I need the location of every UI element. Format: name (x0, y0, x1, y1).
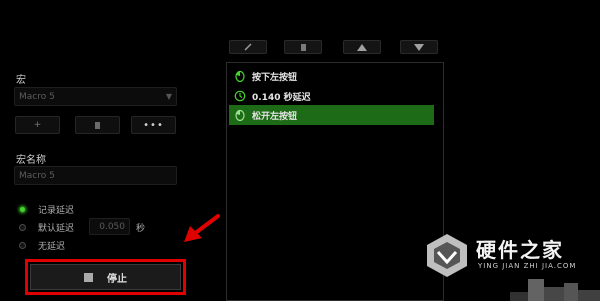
mouse-left-icon (235, 70, 245, 82)
more-options-button[interactable]: ••• (131, 116, 176, 134)
pixel-artifact (564, 283, 578, 301)
trash-icon (300, 43, 306, 51)
annotation-arrow-icon (184, 214, 220, 242)
radio-no-delay-label: 无延迟 (38, 242, 66, 252)
trash-icon (95, 121, 100, 129)
radio-no-delay[interactable]: 无延迟 (19, 239, 65, 252)
edit-event-button[interactable] (229, 40, 267, 54)
radio-default-delay[interactable]: 默认延迟 (19, 221, 74, 234)
delete-macro-button[interactable] (75, 116, 120, 134)
macro-label: 宏 (16, 75, 26, 86)
pixel-artifact (510, 292, 528, 301)
stop-square-icon (84, 272, 93, 282)
move-up-button[interactable] (343, 40, 381, 54)
list-item-selected[interactable]: 松开左按钮 (234, 107, 297, 123)
radio-dot (19, 224, 26, 231)
pixel-artifact (528, 279, 544, 301)
move-down-button[interactable] (400, 40, 438, 54)
pencil-icon (244, 43, 252, 51)
radio-dot (19, 206, 26, 213)
macro-select[interactable]: Macro 5 ▼ (14, 87, 177, 106)
macro-select-value: Macro 5 (19, 91, 55, 102)
default-delay-input[interactable]: 0.050 (89, 218, 130, 235)
watermark-logo-icon (427, 234, 467, 277)
mouse-left-icon (235, 109, 245, 121)
delete-event-button[interactable] (284, 40, 322, 54)
arrow-up-icon (357, 43, 367, 51)
pixel-artifact (544, 287, 564, 301)
macro-event-list[interactable]: 按下左按钮 0.140 秒延迟 松开左按钮 (226, 62, 444, 301)
list-item[interactable]: 0.140 秒延迟 (234, 88, 311, 104)
delay-unit-label: 秒 (136, 224, 146, 234)
clock-icon (234, 90, 246, 102)
macro-name-field[interactable]: Macro 5 (14, 166, 177, 185)
list-item[interactable]: 按下左按钮 (234, 68, 297, 84)
radio-dot (19, 242, 26, 249)
watermark-title: 硬件之家 (476, 238, 564, 262)
chevron-down-icon: ▼ (165, 92, 172, 101)
radio-default-delay-label: 默认延迟 (38, 224, 75, 234)
radio-record-delay[interactable]: 记录延迟 (19, 203, 74, 216)
add-macro-button[interactable]: + (15, 116, 60, 134)
macro-name-label: 宏名称 (16, 155, 46, 166)
stop-record-button[interactable]: 停止 (30, 264, 181, 290)
pixel-artifact (578, 290, 600, 301)
radio-record-delay-label: 记录延迟 (38, 206, 75, 216)
watermark-subtitle: YING JIAN ZHI JIA.COM (478, 262, 577, 270)
arrow-down-icon (414, 43, 424, 51)
stop-button-label: 停止 (107, 273, 127, 285)
macro-name-value: Macro 5 (19, 170, 55, 181)
